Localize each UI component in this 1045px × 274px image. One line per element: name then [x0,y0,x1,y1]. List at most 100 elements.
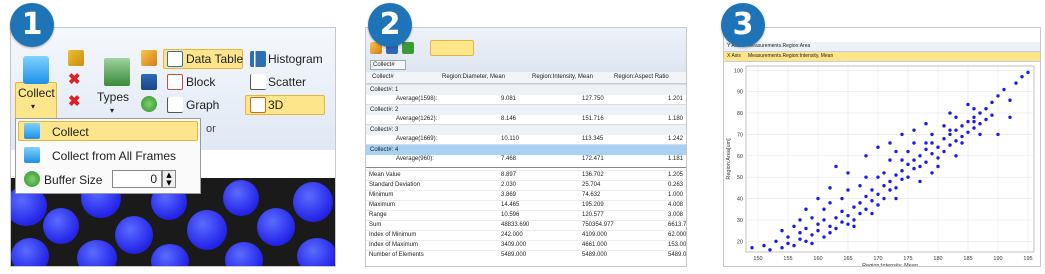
scatter-point [816,222,820,226]
table-row[interactable]: Average(960): 7.468 172.471 1.181 [366,154,686,164]
chevron-down-icon[interactable]: ▾ [31,102,35,111]
stats-value: 136.702 [582,172,604,178]
scatter-point [972,107,976,111]
3d-label: 3D [268,98,284,112]
tools-icon[interactable] [68,50,84,66]
stats-row: Index of Maximum 3409.000 4661.000 153.000 [366,240,686,250]
collect-dropdown-menu: Collect Collect from All Frames Buffer S… [15,118,201,194]
scatter-point [948,128,952,132]
table-header: Collect# Region:Diameter, Mean Region:In… [366,72,686,84]
types-button-label[interactable]: Types [97,90,129,104]
stats-value: 5489.000 [501,252,527,258]
scatter-point [978,132,982,137]
scatter-point [888,179,892,184]
scatter-point [960,124,964,128]
scatter-point [768,248,772,252]
y-tick-label: 20 [737,239,743,245]
data-table-label: Data Table [186,52,244,66]
scatter-point [1008,98,1012,102]
table-row[interactable]: Average(1598): 9.081 127.750 1.201 [366,94,686,104]
scatter-point [942,136,946,141]
histogram-button[interactable]: Histogram [268,52,323,66]
scatter-point [822,207,826,211]
stats-label: Maximum [369,202,396,208]
delete-icon[interactable]: ✖ [68,70,81,88]
scatter-icon [250,74,266,90]
scatter-point [834,216,838,220]
scatter-point [948,143,952,147]
table-row[interactable]: Average(1262): 8.146 151.716 1.180 [366,114,686,124]
stats-label: Index of Minimum [369,232,417,238]
column-chooser-button[interactable] [430,40,474,56]
stats-value: 242.000 [501,232,523,238]
scatter-point [876,145,880,149]
x-axis-selector[interactable]: X Axis Measurements.Region:Intensity, Me… [724,52,1040,62]
scatter-point [996,94,1000,98]
menu-item-collect[interactable] [18,121,198,141]
scatter-point [888,141,892,145]
scatter-point [954,154,958,158]
scatter-point [882,196,886,201]
menu-item-collect-label: Collect [52,125,89,139]
scatter-point [846,213,850,218]
stats-value: 62.000 [668,232,687,238]
stats-value: 74.632 [582,192,601,198]
stats-value: 10.596 [501,212,520,218]
save-icon[interactable] [141,74,157,90]
scatter-point [894,173,898,177]
scatter-point [960,141,964,145]
scatter-point [918,164,922,169]
stats-row: Index of Minimum 242.000 4109.000 62.000 [366,230,687,240]
menu-item-collect-all-frames[interactable]: Collect from All Frames [52,149,176,163]
step-badge-1: 1 [10,3,54,47]
graph-button[interactable]: Graph [186,98,219,112]
column-header[interactable]: Region:Intensity, Mean [532,74,593,80]
y-axis-selector[interactable]: Y Axis Measurements.Region:Area [724,42,1040,52]
export-icon[interactable] [141,50,157,66]
table-row[interactable]: Average(1669): 10.110 113.345 1.242 [366,134,686,144]
stats-row: Range 10.596 120.577 3.008 [366,210,686,220]
scatter-button[interactable]: Scatter [268,75,306,89]
scatter-point [954,139,958,143]
excel-icon[interactable] [402,42,414,54]
x-tick-label: 175 [903,256,912,262]
scatter-point [1026,70,1030,75]
column-header[interactable]: Region:Aspect Ratio [614,74,669,80]
stats-value: 2.030 [501,182,517,188]
column-header[interactable]: Region:Diameter, Mean [442,74,505,80]
scatter-point [846,171,850,175]
scatter-point [750,246,754,250]
data-table-panel: Collect# Collect# Region:Diameter, Mean … [365,27,687,267]
scatter-point [822,218,826,222]
delete-all-icon[interactable]: ✖ [68,92,81,110]
stats-value: 14.465 [501,202,520,208]
column-header[interactable]: Collect# [372,74,394,80]
y-tick-label: 30 [737,218,743,224]
buffer-size-spinner[interactable]: ▲ ▼ [162,170,176,188]
scatter-point [852,218,856,222]
types-icon [104,58,130,86]
y-tick-label: 70 [737,132,743,138]
scatter-point [978,111,982,115]
scatter-point [870,188,874,192]
group-by-chip[interactable]: Collect# [370,60,406,70]
scatter-point [804,226,808,231]
refresh-icon[interactable] [141,96,157,112]
scatter-point [900,169,904,173]
scatter-point [786,241,790,246]
scatter-point [828,231,832,235]
block-icon [167,74,183,90]
scatter-point [978,122,982,126]
block-button[interactable]: Block [186,75,215,89]
scatter-point [1002,87,1006,92]
chevron-down-icon[interactable]: ▾ [110,106,114,115]
buffer-size-label: Buffer Size [44,173,103,187]
scatter-point [912,166,916,171]
scatter-point [810,216,814,220]
scatter-point [930,141,934,145]
scatter-point [954,115,958,120]
stats-row: Mean Value 8.897 136.702 1.205 [366,170,686,180]
scatter-point [780,246,784,250]
buffer-size-input[interactable]: 0 [112,170,162,188]
scatter-point [858,184,862,188]
